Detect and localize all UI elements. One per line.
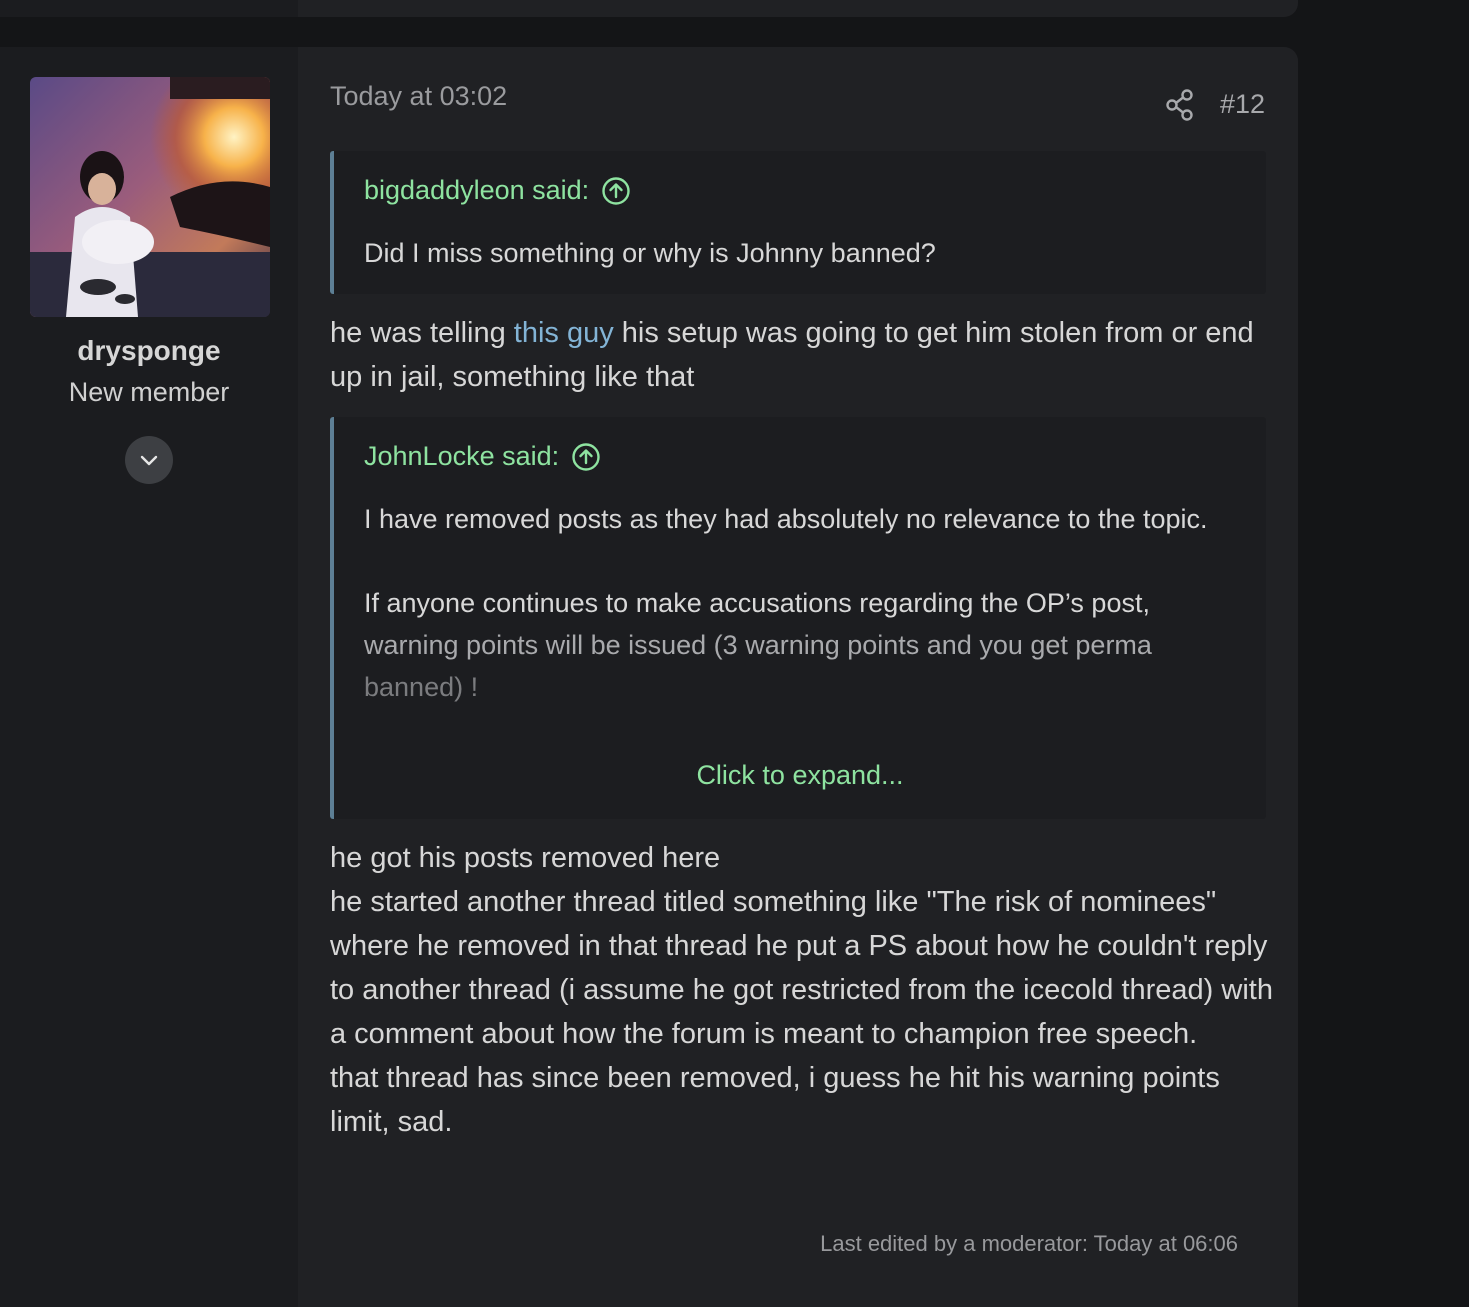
quote-content: I have removed posts as they had absolut… xyxy=(364,498,1244,708)
last-edited-note: Last edited by a moderator: Today at 06:… xyxy=(820,1231,1238,1256)
post-date[interactable]: Today at 03:02 xyxy=(330,81,507,112)
arrow-up-circle-icon[interactable] xyxy=(601,176,631,206)
quote-line: If anyone continues to make accusations … xyxy=(364,588,1150,618)
quote-author: bigdaddyleon said: xyxy=(364,175,590,205)
user-mention-link[interactable]: this guy xyxy=(514,317,614,349)
arrow-up-circle-icon[interactable] xyxy=(571,442,601,472)
quote-attribution[interactable]: JohnLocke said: xyxy=(364,441,601,472)
post-main-cell: Today at 03:02 #12 bigdaddyleon said: Di… xyxy=(298,47,1298,1307)
post-number-link[interactable]: #12 xyxy=(1220,89,1265,120)
share-icon[interactable] xyxy=(1165,89,1195,121)
previous-post-body xyxy=(298,0,1298,17)
avatar[interactable] xyxy=(30,77,270,317)
quote-paragraph: I have removed posts as they had absolut… xyxy=(364,504,1208,534)
quote-block: bigdaddyleon said: Did I miss something … xyxy=(330,151,1266,294)
quote-block: JohnLocke said: I have removed posts as … xyxy=(330,417,1266,819)
user-title: New member xyxy=(68,377,230,407)
post-user-cell: drysponge New member xyxy=(0,47,298,1307)
click-to-expand-link[interactable]: Click to expand... xyxy=(334,760,1266,791)
quote-paragraph: If anyone continues to make accusations … xyxy=(364,582,1244,708)
post-12: drysponge New member Today at 03:02 #12 xyxy=(0,47,1298,1307)
quote-content: Did I miss something or why is Johnny ba… xyxy=(364,232,1244,274)
user-info-toggle-button[interactable] xyxy=(125,436,173,484)
reply-paragraph: he was telling this guy his setup was go… xyxy=(330,311,1280,399)
forum-thread-view: drysponge New member Today at 03:02 #12 xyxy=(0,0,1469,1307)
chevron-down-icon xyxy=(140,455,158,466)
quote-paragraph: Did I miss something or why is Johnny ba… xyxy=(364,238,936,268)
quote-line-faded: banned) ! xyxy=(364,672,479,702)
reply-paragraph: he started another thread titled somethi… xyxy=(330,886,1273,1050)
quote-line-faded: warning points will be issued (3 warning… xyxy=(364,630,1152,660)
post-body-text: he was telling this guy his setup was go… xyxy=(330,311,1280,399)
username[interactable]: drysponge xyxy=(0,335,298,367)
reply-text: he was telling xyxy=(330,317,514,349)
post-body-text: he got his posts removed here he started… xyxy=(330,836,1280,1144)
previous-post xyxy=(0,0,1298,17)
quote-attribution[interactable]: bigdaddyleon said: xyxy=(364,175,631,206)
quote-author: JohnLocke said: xyxy=(364,441,560,471)
reply-paragraph: that thread has since been removed, i gu… xyxy=(330,1062,1220,1138)
avatar-image xyxy=(30,77,270,317)
reply-paragraph: he got his posts removed here xyxy=(330,842,721,874)
